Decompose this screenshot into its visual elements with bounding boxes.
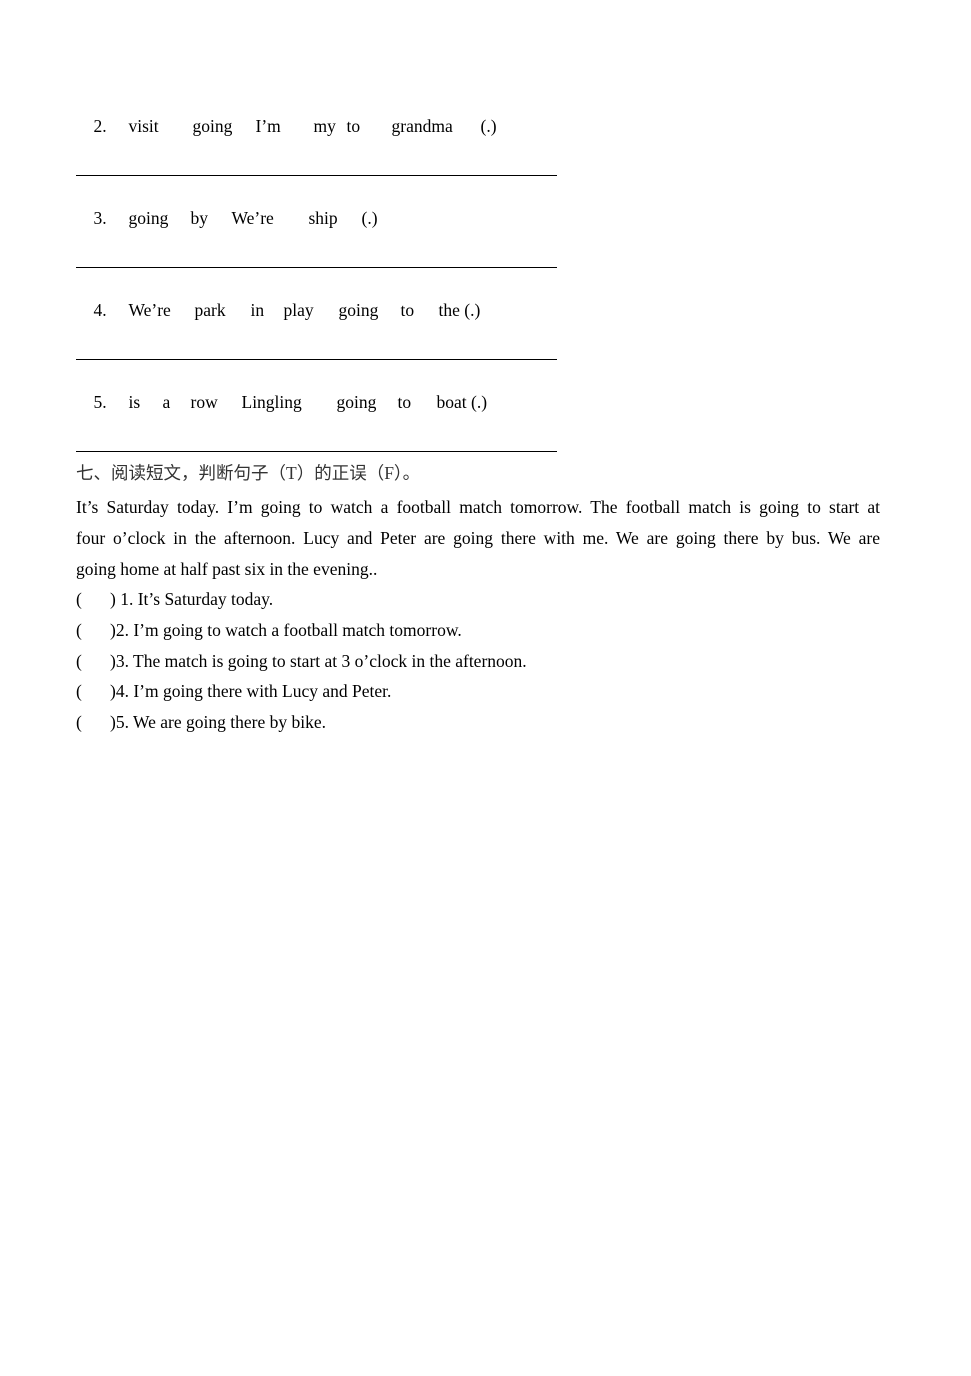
passage-line: going home at half past six in the eveni… xyxy=(76,559,378,579)
word: a xyxy=(162,392,171,412)
worksheet-page: 2. visit going I’m my to grandma (.) 3. going by W… xyxy=(0,0,971,1376)
word: is xyxy=(128,392,141,412)
word: I’m xyxy=(255,116,281,136)
answer-line-4 xyxy=(76,359,557,360)
passage-line: It’s Saturday today. I’m going to watch … xyxy=(76,497,880,517)
answer-line-5 xyxy=(76,451,557,452)
word: ship xyxy=(308,208,338,228)
word: the (.) xyxy=(438,300,481,320)
word: We’re xyxy=(231,208,274,228)
true-false-item-3: ()3. The match is going to start at 3 o’… xyxy=(76,646,527,677)
statement-text: ) 1. It’s Saturday today. xyxy=(110,589,274,609)
word: (.) xyxy=(480,116,497,136)
reorder-question-3: 3. going by We’re ship (.) xyxy=(76,188,378,248)
word: Lingling xyxy=(241,392,302,412)
reorder-question-2: 2. visit going I’m my to grandma (.) xyxy=(76,96,497,156)
word: visit xyxy=(128,116,159,136)
word: going xyxy=(192,116,233,136)
true-false-item-5: ()5. We are going there by bike. xyxy=(76,707,527,738)
statement-text: )5. We are going there by bike. xyxy=(110,712,326,733)
word: in xyxy=(250,300,265,320)
answer-blank[interactable]: ( xyxy=(76,584,110,615)
statement-text: )3. The match is going to start at 3 o’c… xyxy=(110,650,527,671)
passage-line: four o’clock in the afternoon. Lucy and … xyxy=(76,528,880,548)
question-number: 5. xyxy=(93,392,107,412)
statement-text: )4. I’m going there with Lucy and Peter. xyxy=(110,681,392,702)
question-number: 3. xyxy=(93,208,107,228)
answer-blank[interactable]: ( xyxy=(76,707,110,738)
true-false-list: () 1. It’s Saturday today. ()2. I’m goin… xyxy=(76,584,527,738)
true-false-item-4: ()4. I’m going there with Lucy and Peter… xyxy=(76,676,527,707)
answer-blank[interactable]: ( xyxy=(76,615,110,646)
word: going xyxy=(338,300,379,320)
word: to xyxy=(346,116,361,136)
word: row xyxy=(190,392,218,412)
reading-passage: It’s Saturday today. I’m going to watch … xyxy=(76,492,880,585)
answer-blank[interactable]: ( xyxy=(76,646,110,677)
word: to xyxy=(400,300,415,320)
word: grandma xyxy=(391,116,453,136)
answer-line-2 xyxy=(76,175,557,176)
reorder-question-5: 5. is a row Lingling going to boat (.) xyxy=(76,372,488,432)
word: going xyxy=(336,392,377,412)
question-number: 4. xyxy=(93,300,107,320)
word: by xyxy=(190,208,209,228)
word: to xyxy=(397,392,412,412)
reorder-question-4: 4. We’re park in play going to the (.) xyxy=(76,280,481,340)
word: We’re xyxy=(128,300,171,320)
word: (.) xyxy=(361,208,378,228)
true-false-item-1: () 1. It’s Saturday today. xyxy=(76,584,527,615)
answer-blank[interactable]: ( xyxy=(76,676,110,707)
section-seven-heading: 七、阅读短文，判断句子（T）的正误（F）。 xyxy=(76,463,421,483)
word: boat (.) xyxy=(436,392,488,412)
answer-line-3 xyxy=(76,267,557,268)
word: going xyxy=(128,208,169,228)
statement-text: )2. I’m going to watch a football match … xyxy=(110,619,462,640)
question-number: 2. xyxy=(93,116,107,136)
true-false-item-2: ()2. I’m going to watch a football match… xyxy=(76,615,527,646)
word: park xyxy=(194,300,226,320)
word: my xyxy=(313,116,336,136)
word: play xyxy=(283,300,314,320)
